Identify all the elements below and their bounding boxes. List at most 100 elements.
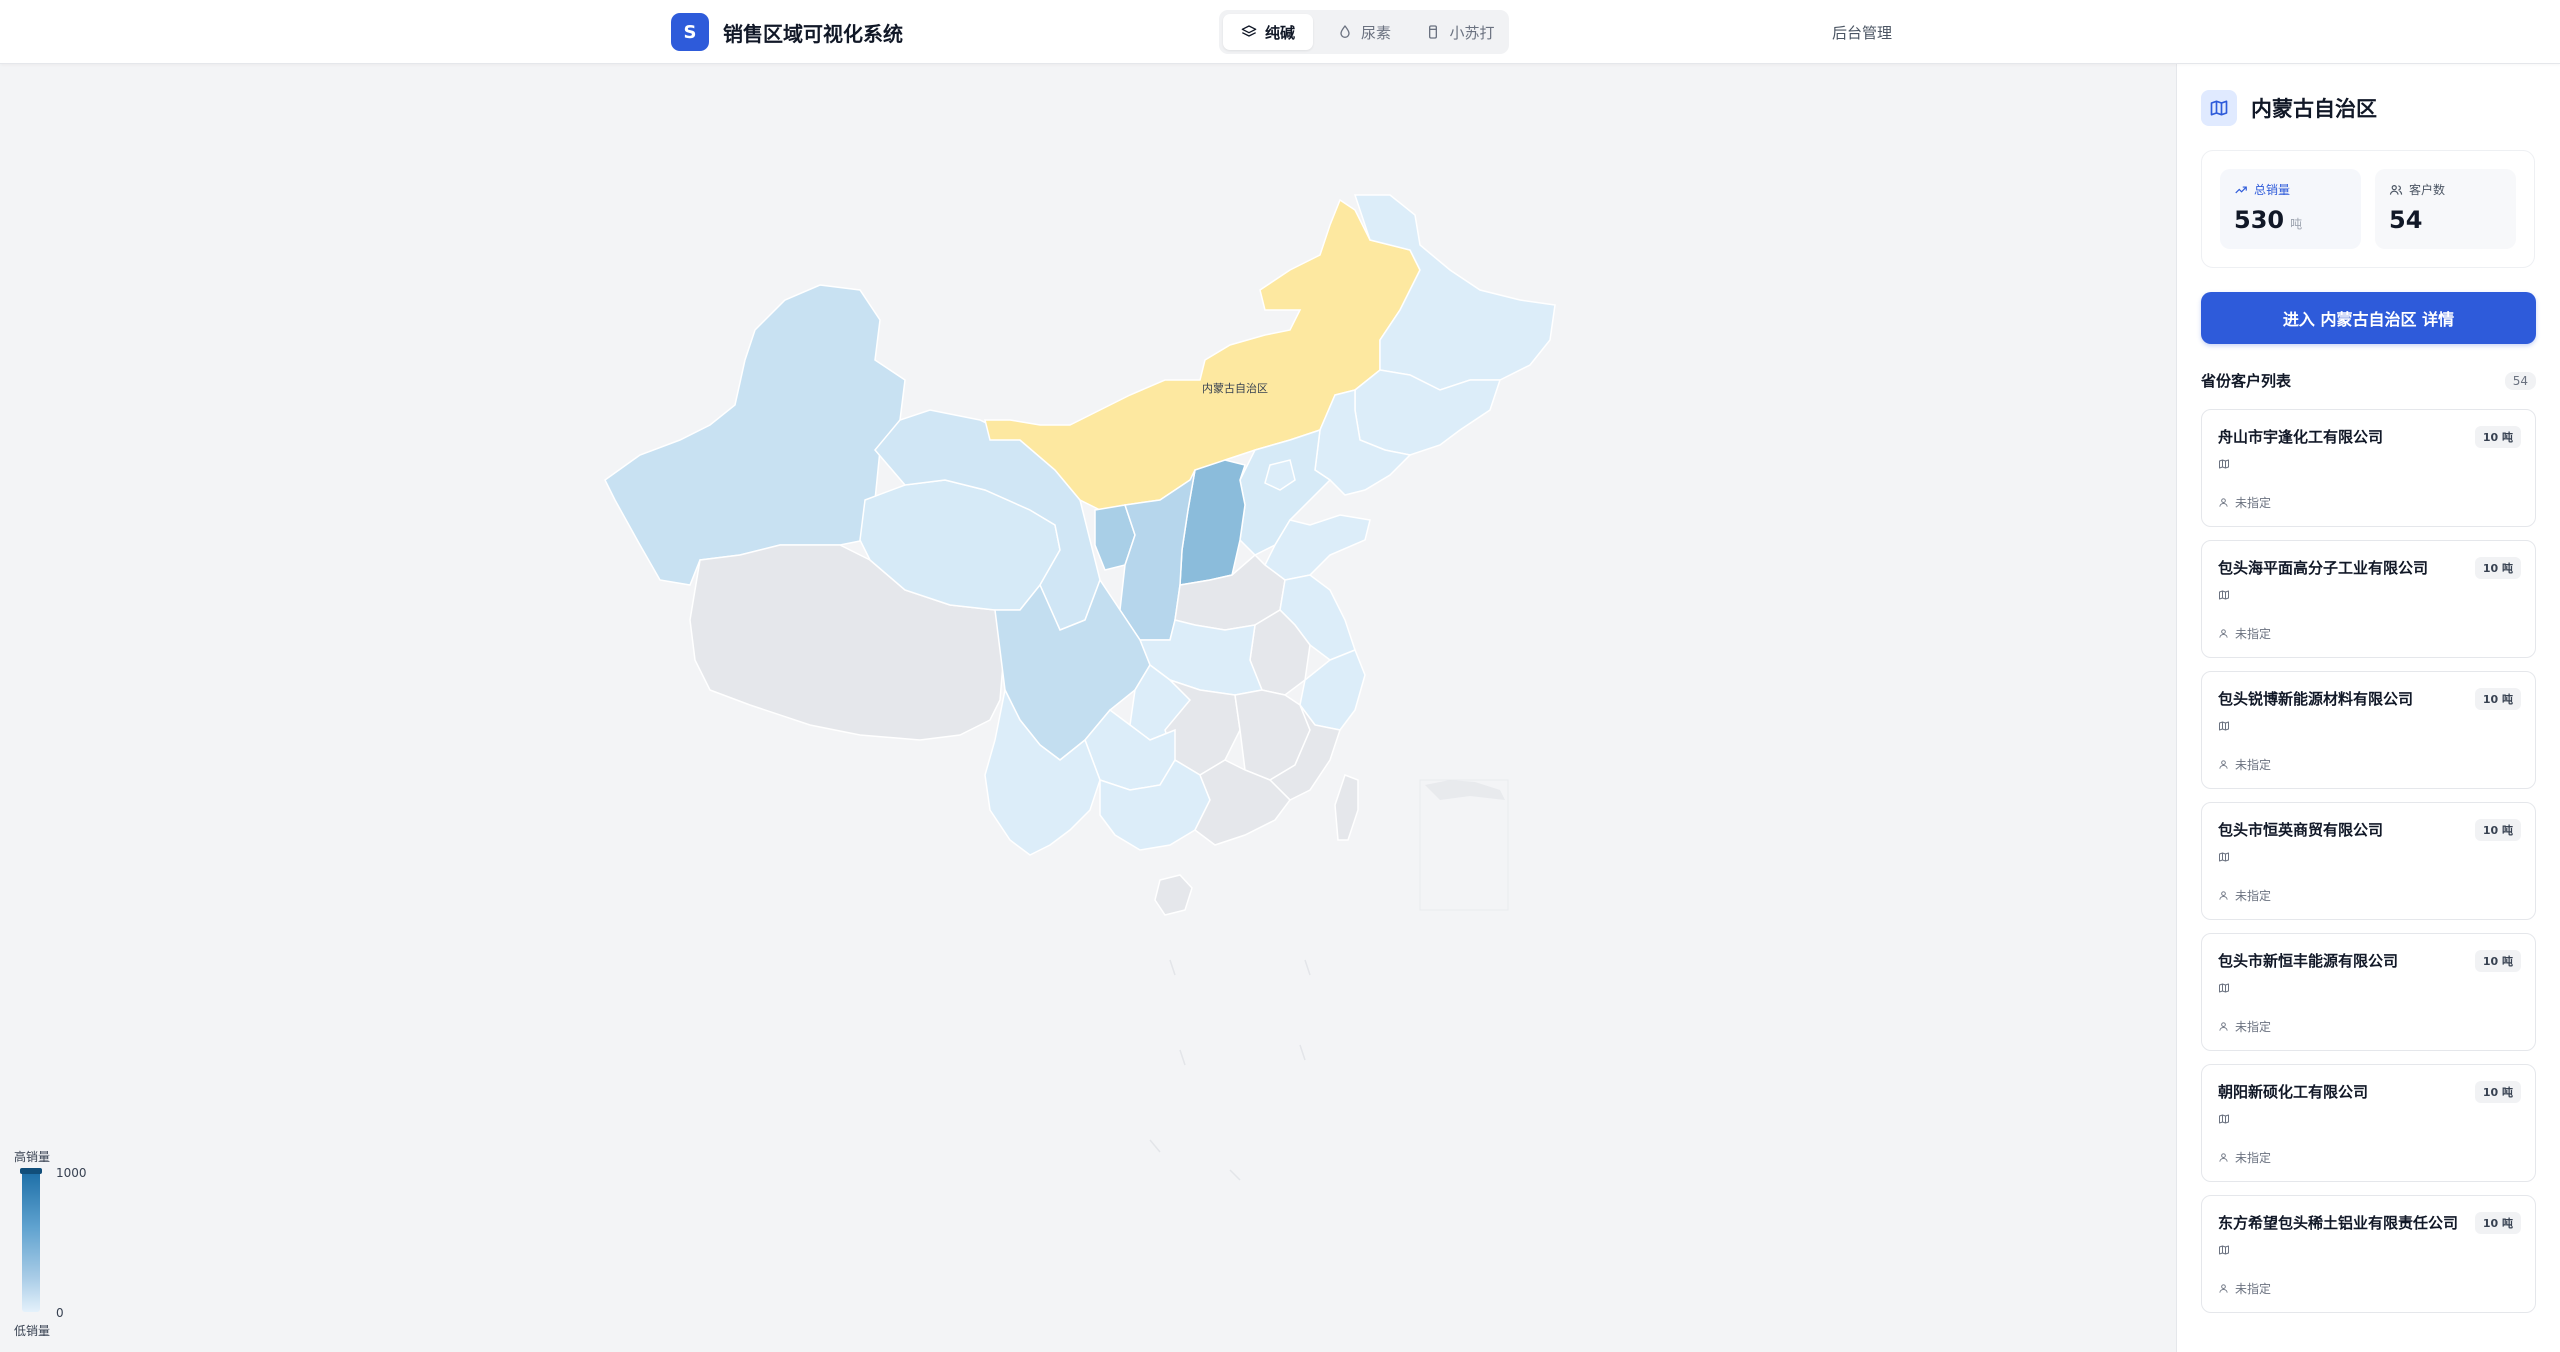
map-icon	[2219, 590, 2229, 600]
customer-name: 包头市恒英商贸有限公司	[2218, 821, 2384, 839]
owner-label: 未指定	[2235, 1020, 2272, 1034]
customer-card[interactable]: 舟山市宇逢化工有限公司 10 吨未指定	[2201, 409, 2536, 527]
total-sales-unit: 吨	[2290, 217, 2303, 231]
user-icon	[2219, 1022, 2228, 1031]
owner-field: 未指定	[2218, 1149, 2271, 1166]
customer-name: 东方希望包头稀土铝业有限责任公司	[2218, 1214, 2459, 1232]
province-header: 内蒙古自治区	[2201, 90, 2377, 126]
owner-label: 未指定	[2235, 627, 2272, 641]
total-sales-value: 530	[2234, 206, 2285, 234]
legend-low-label: 低销量	[14, 1324, 51, 1338]
map-icon	[2219, 721, 2229, 731]
amount-badge: 10 吨	[2474, 688, 2521, 710]
total-sales-label: 总销量	[2254, 183, 2291, 197]
amount-badge: 10 吨	[2474, 1212, 2521, 1234]
owner-label: 未指定	[2235, 889, 2272, 903]
stats-card: 总销量 530 吨 客户数 54	[2201, 150, 2535, 268]
user-icon	[2219, 629, 2228, 638]
customer-list: 舟山市宇逢化工有限公司 10 吨未指定 包头海平面高分子工业有限公司 10 吨未指定包…	[2201, 409, 2536, 1326]
tab-urea[interactable]: 尿素	[1319, 14, 1409, 50]
customer-card[interactable]: 东方希望包头稀土铝业有限责任公司 10 吨未指定	[2201, 1195, 2536, 1313]
maritime-boundary	[1149, 959, 1311, 1181]
app-logo: S	[671, 13, 709, 51]
top-header: S 销售区域可视化系统 纯碱 尿素 小苏打 后台管理	[0, 0, 2560, 64]
bottle-icon	[1429, 25, 1438, 39]
customer-name: 包头海平面高分子工业有限公司	[2218, 559, 2429, 577]
customer-count-value: 54	[2389, 206, 2423, 234]
legend-gradient-bar[interactable]	[22, 1170, 40, 1312]
owner-field: 未指定	[2218, 494, 2271, 511]
droplet-icon	[1340, 25, 1350, 38]
map-icon	[2219, 1245, 2229, 1255]
amount-badge: 10 吨	[2474, 426, 2521, 448]
legend-high-label: 高销量	[14, 1150, 51, 1164]
tab-label: 尿素	[1360, 23, 1391, 42]
map-icon	[2201, 90, 2237, 126]
owner-field: 未指定	[2218, 1280, 2271, 1297]
layers-icon	[1241, 25, 1257, 37]
tab-label: 小苏打	[1449, 23, 1495, 42]
enter-detail-button[interactable]: 进入 内蒙古自治区 详情	[2201, 292, 2536, 344]
map-icon	[2219, 459, 2229, 469]
amount-badge: 10 吨	[2474, 819, 2521, 841]
customer-card[interactable]: 朝阳新硕化工有限公司 10 吨未指定	[2201, 1064, 2536, 1182]
customer-list-header: 省份客户列表 54	[2201, 370, 2536, 391]
customer-name: 包头市新恒丰能源有限公司	[2218, 952, 2399, 970]
stat-value: 54	[2389, 206, 2502, 234]
map-legend: 高销量 1000 0 低销量	[14, 1148, 104, 1348]
tab-baking-soda[interactable]: 小苏打	[1415, 14, 1505, 50]
customer-card[interactable]: 包头市新恒丰能源有限公司 10 吨未指定	[2201, 933, 2536, 1051]
trending-up-icon	[2235, 186, 2247, 193]
owner-field: 未指定	[2218, 756, 2271, 773]
customer-name: 舟山市宇逢化工有限公司	[2218, 428, 2384, 446]
china-map: 内蒙古自治区	[604, 194, 1556, 1181]
legend-slider-handle[interactable]	[20, 1168, 42, 1174]
stat-label: 总销量	[2234, 181, 2347, 198]
legend-min-value: 0	[56, 1306, 64, 1320]
users-icon	[2389, 184, 2403, 195]
map-icon	[2219, 1114, 2229, 1124]
map-area: 内蒙古自治区 高销量 1000 0 低销量	[0, 64, 2176, 1352]
amount-badge: 10 吨	[2474, 950, 2521, 972]
brand[interactable]: S 销售区域可视化系统	[671, 13, 903, 51]
customer-count-badge: 54	[2504, 371, 2536, 390]
stat-value: 530 吨	[2234, 206, 2347, 234]
selected-region-label: 内蒙古自治区	[1202, 381, 1268, 395]
south-sea-inset	[1419, 779, 1509, 911]
customer-card[interactable]: 包头海平面高分子工业有限公司 10 吨未指定	[2201, 540, 2536, 658]
product-tabs: 纯碱 尿素 小苏打	[1219, 10, 1509, 54]
amount-badge: 10 吨	[2474, 1081, 2521, 1103]
user-icon	[2219, 498, 2228, 507]
region-taiwan[interactable]	[1334, 774, 1359, 841]
customer-name: 包头锐博新能源材料有限公司	[2218, 690, 2414, 708]
detail-sidebar: 内蒙古自治区 总销量 530 吨 客户数 54 进入 内蒙古自治区 详情 省份客…	[2176, 64, 2560, 1352]
legend-max-value: 1000	[56, 1166, 87, 1180]
owner-field: 未指定	[2218, 887, 2271, 904]
map-icon	[2219, 983, 2229, 993]
map-icon	[2219, 852, 2229, 862]
customer-list-title: 省份客户列表	[2201, 372, 2292, 390]
customer-card[interactable]: 包头锐博新能源材料有限公司 10 吨未指定	[2201, 671, 2536, 789]
total-sales-stat: 总销量 530 吨	[2220, 169, 2361, 249]
province-name: 内蒙古自治区	[2251, 97, 2377, 121]
owner-label: 未指定	[2235, 1282, 2272, 1296]
owner-label: 未指定	[2235, 758, 2272, 772]
user-icon	[2219, 1153, 2228, 1162]
amount-badge: 10 吨	[2474, 557, 2521, 579]
admin-link[interactable]: 后台管理	[1832, 22, 1892, 43]
owner-field: 未指定	[2218, 625, 2271, 642]
tab-soda-ash[interactable]: 纯碱	[1223, 14, 1313, 50]
stat-label: 客户数	[2389, 181, 2502, 198]
owner-field: 未指定	[2218, 1018, 2271, 1035]
owner-label: 未指定	[2235, 1151, 2272, 1165]
customer-count-label: 客户数	[2409, 183, 2446, 197]
customer-card[interactable]: 包头市恒英商贸有限公司 10 吨未指定	[2201, 802, 2536, 920]
tab-label: 纯碱	[1264, 23, 1295, 42]
user-icon	[2219, 891, 2228, 900]
region-hainan[interactable]	[1154, 874, 1193, 916]
customer-name: 朝阳新硕化工有限公司	[2218, 1083, 2369, 1101]
customer-count-stat: 客户数 54	[2375, 169, 2516, 249]
app-title: 销售区域可视化系统	[723, 21, 903, 46]
user-icon	[2219, 1284, 2228, 1293]
user-icon	[2219, 760, 2228, 769]
